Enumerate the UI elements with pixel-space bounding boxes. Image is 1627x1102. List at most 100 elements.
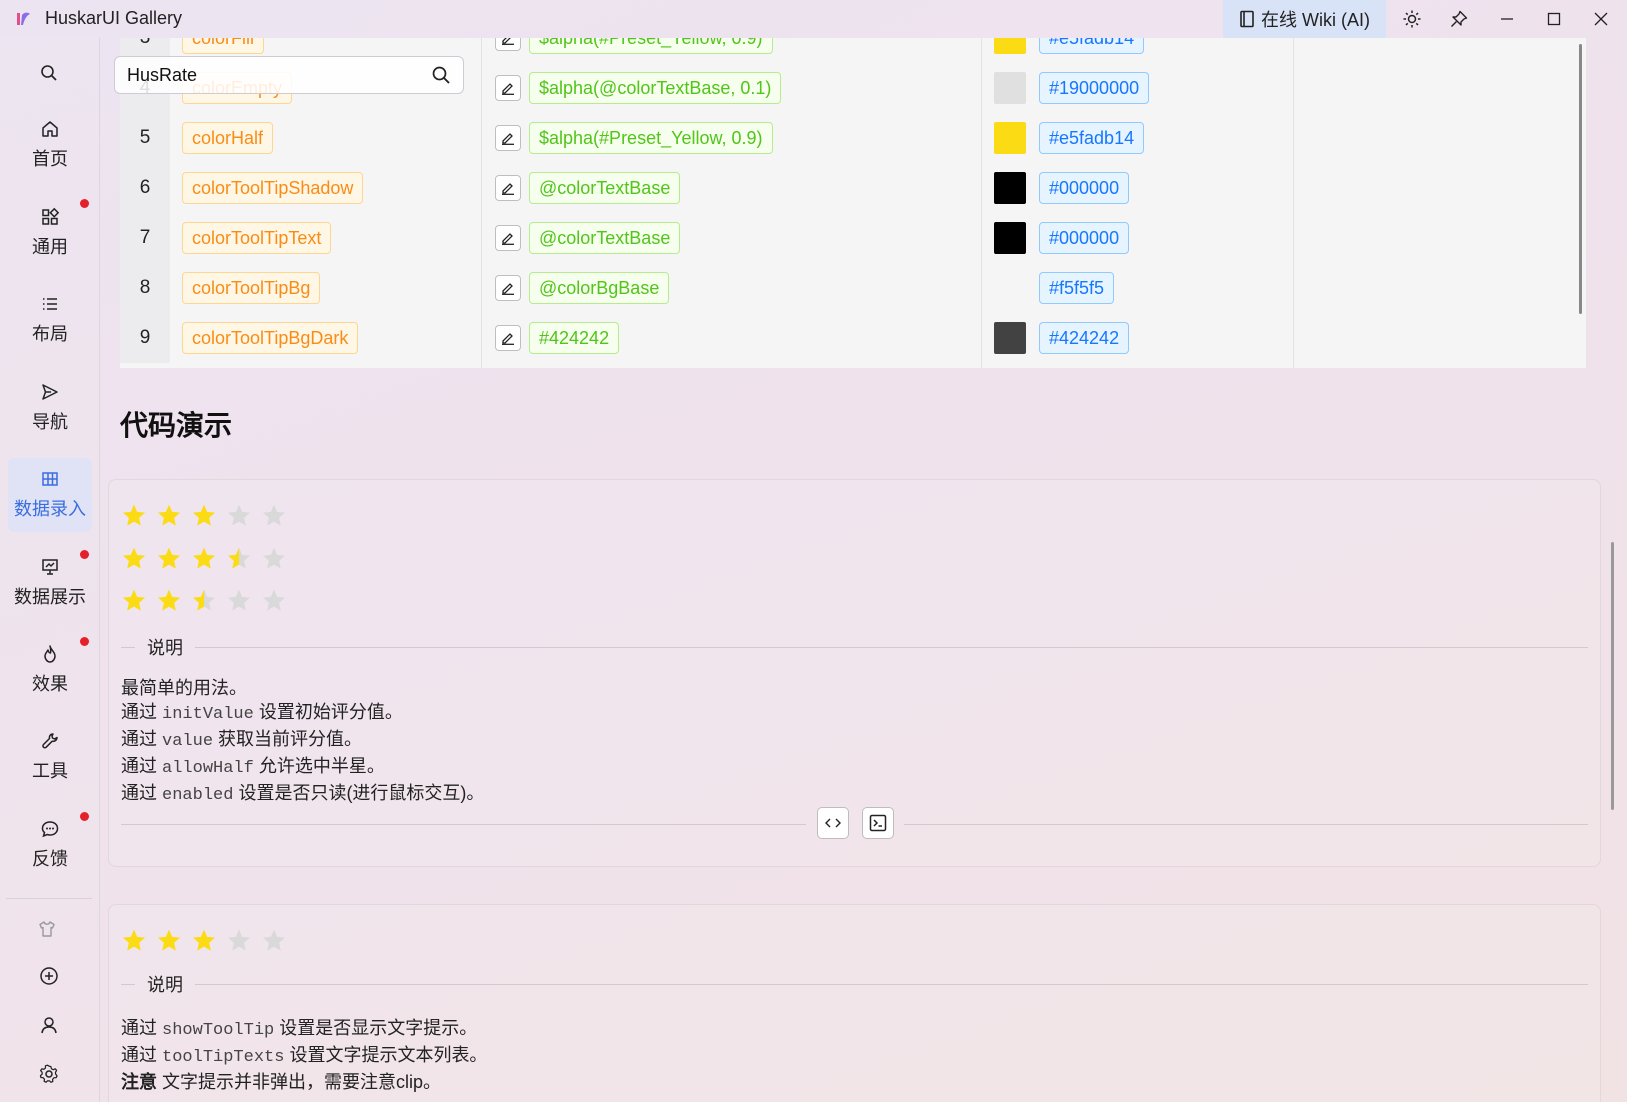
sidebar-item-data-entry[interactable]: 数据录入 — [8, 458, 92, 532]
close-button[interactable] — [1578, 0, 1624, 38]
maximize-button[interactable] — [1531, 0, 1577, 38]
edit-button[interactable] — [495, 38, 521, 51]
star-empty-icon[interactable] — [261, 546, 287, 572]
rating-half[interactable] — [121, 546, 287, 572]
sidebar-item-layout[interactable]: 布局 — [8, 283, 92, 357]
edit-button[interactable] — [495, 175, 521, 201]
star-half-icon[interactable] — [191, 588, 217, 614]
divider-line — [121, 824, 806, 825]
sidebar-item-label: 数据展示 — [14, 587, 86, 607]
star-empty-icon[interactable] — [261, 928, 287, 954]
desc-code: showToolTip — [162, 1021, 275, 1040]
settings-icon — [39, 1064, 58, 1083]
color-swatch — [994, 172, 1026, 204]
sidebar-item-label: 通用 — [32, 237, 68, 257]
sidebar-search-button[interactable] — [34, 58, 64, 88]
color-hex-tag: #e5fadb14 — [1039, 38, 1145, 54]
message-icon — [41, 821, 59, 838]
description-line: 通过 allowHalf 允许选中半星。 — [121, 754, 484, 781]
table-scrollbar[interactable] — [1579, 44, 1582, 314]
color-hex-tag: #424242 — [1039, 322, 1130, 354]
star-filled-icon[interactable] — [191, 928, 217, 954]
fire-icon — [44, 645, 56, 663]
star-empty-icon[interactable] — [226, 503, 252, 529]
page-scrollbar[interactable] — [1611, 542, 1614, 810]
edit-icon — [502, 133, 514, 145]
edit-button[interactable] — [495, 325, 521, 351]
color-swatch — [994, 272, 1026, 304]
token-value-tag: $alpha(#Preset_Yellow, 0.9) — [529, 38, 773, 54]
demo-card-tooltip: 说明 通过 showToolTip 设置是否显示文字提示。 通过 toolTip… — [108, 904, 1601, 1102]
sidebar-item-label: 导航 — [32, 412, 68, 432]
desc-text: 设置文字提示文本列表。 — [284, 1045, 488, 1065]
user-button[interactable] — [34, 1010, 64, 1040]
sidebar-item-effects[interactable]: 效果 — [8, 633, 92, 707]
sidebar-item-feedback[interactable]: 反馈 — [8, 808, 92, 882]
star-filled-icon[interactable] — [121, 928, 147, 954]
token-name-tag: colorToolTipBg — [182, 272, 321, 304]
sidebar: 首页 通用 布局 导航 数据录入 数据展示 效果 工具 反馈 — [0, 38, 100, 1102]
add-button[interactable] — [34, 961, 64, 991]
star-empty-icon[interactable] — [261, 588, 287, 614]
terminal-icon — [869, 814, 887, 832]
edit-icon — [502, 83, 514, 95]
token-value-tag: @colorBgBase — [529, 272, 670, 304]
close-icon — [1594, 12, 1608, 26]
search-input[interactable] — [115, 64, 415, 86]
star-empty-icon[interactable] — [226, 928, 252, 954]
run-code-button[interactable] — [862, 807, 894, 839]
star-filled-icon[interactable] — [156, 928, 182, 954]
edit-icon — [502, 283, 514, 295]
divider-line — [904, 824, 1588, 825]
book-icon — [1240, 10, 1254, 28]
edit-button[interactable] — [495, 225, 521, 251]
code-icon — [825, 818, 841, 828]
rating-tooltip[interactable] — [121, 928, 287, 954]
divider-label: 说明 — [147, 975, 183, 995]
star-filled-icon[interactable] — [156, 588, 182, 614]
settings-button[interactable] — [34, 1059, 64, 1089]
desc-code: initValue — [162, 705, 254, 724]
star-half-icon[interactable] — [226, 546, 252, 572]
star-filled-icon[interactable] — [121, 546, 147, 572]
star-filled-icon[interactable] — [191, 503, 217, 529]
minimize-button[interactable] — [1484, 0, 1530, 38]
theme-toggle-button[interactable] — [1389, 0, 1435, 38]
edit-button[interactable] — [495, 125, 521, 151]
token-name-tag: colorToolTipBgDark — [182, 322, 359, 354]
star-filled-icon[interactable] — [191, 546, 217, 572]
star-empty-icon[interactable] — [226, 588, 252, 614]
star-filled-icon[interactable] — [156, 546, 182, 572]
desc-text: 文字提示并非弹出，需要注意clip。 — [157, 1072, 442, 1092]
sidebar-item-tools[interactable]: 工具 — [8, 720, 92, 794]
sidebar-item-navigation[interactable]: 导航 — [8, 371, 92, 445]
view-code-button[interactable] — [817, 807, 849, 839]
table-row: 7 colorToolTipText @colorTextBase #00000… — [120, 213, 1586, 263]
sidebar-item-general[interactable]: 通用 — [8, 196, 92, 270]
star-filled-icon[interactable] — [156, 503, 182, 529]
pin-button[interactable] — [1436, 0, 1482, 38]
search-icon[interactable] — [431, 65, 451, 85]
sidebar-item-data-display[interactable]: 数据展示 — [8, 546, 92, 620]
home-icon — [42, 121, 58, 137]
token-value-tag: $alpha(#Preset_Yellow, 0.9) — [529, 122, 773, 154]
star-filled-icon[interactable] — [121, 588, 147, 614]
sidebar-item-label: 首页 — [32, 149, 68, 169]
user-icon — [41, 1017, 57, 1034]
desc-text: 通过 — [121, 729, 163, 749]
theme-skin-button[interactable] — [32, 914, 62, 944]
search-box[interactable] — [114, 56, 464, 94]
edit-icon — [502, 38, 514, 45]
edit-button[interactable] — [495, 75, 521, 101]
desc-text: 设置初始评分值。 — [253, 702, 403, 722]
edit-button[interactable] — [495, 275, 521, 301]
wrench-icon — [42, 733, 58, 749]
rating-basic[interactable] — [121, 503, 287, 529]
rating-readonly[interactable] — [121, 588, 287, 614]
token-value-tag: $alpha(@colorTextBase, 0.1) — [529, 72, 782, 104]
star-empty-icon[interactable] — [261, 503, 287, 529]
color-hex-tag: #000000 — [1039, 172, 1130, 204]
sidebar-item-home[interactable]: 首页 — [8, 108, 92, 182]
wiki-button[interactable]: 在线 Wiki (AI) — [1223, 0, 1386, 38]
star-filled-icon[interactable] — [121, 503, 147, 529]
